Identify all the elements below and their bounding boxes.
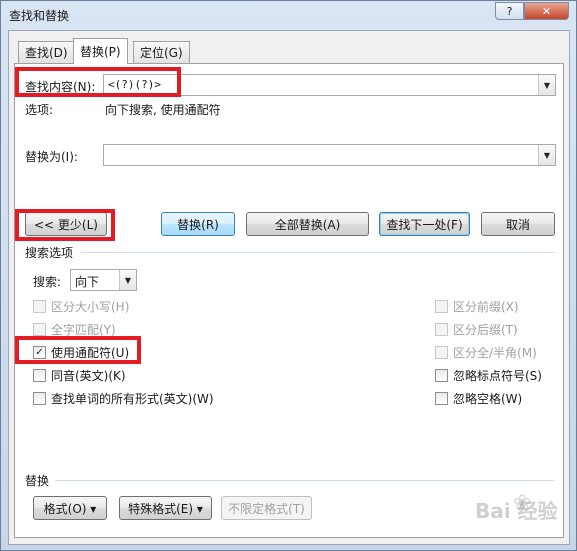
help-button[interactable]: ?: [495, 2, 524, 20]
search-options-title: 搜索选项: [25, 246, 74, 260]
replace-all-button[interactable]: 全部替换(A): [246, 212, 369, 236]
use-wildcards-option[interactable]: ✓ 使用通配符(U): [33, 344, 129, 361]
ignore-whitespace-label: 忽略空格(W): [453, 392, 523, 406]
match-case-checkbox[interactable]: [33, 300, 46, 313]
replace-button[interactable]: 替换(R): [161, 212, 235, 236]
format-button[interactable]: 格式(O) ▾: [33, 496, 107, 520]
title-bar[interactable]: 查找和替换 ? ✕: [1, 1, 576, 29]
whole-word-checkbox[interactable]: [33, 323, 46, 336]
all-word-forms-label: 查找单词的所有形式(英文)(W): [51, 392, 214, 406]
find-replace-dialog: 查找和替换 ? ✕ 查找(D) 替换(P) 定位(G) 查找内容(N): <(?…: [0, 0, 577, 551]
match-prefix-checkbox[interactable]: [435, 300, 448, 313]
all-word-forms-option[interactable]: 查找单词的所有形式(英文)(W): [33, 390, 214, 407]
cancel-button[interactable]: 取消: [481, 212, 555, 236]
ignore-punctuation-label: 忽略标点符号(S): [453, 369, 542, 383]
find-what-value: <(?)(?)>: [108, 78, 161, 91]
close-button[interactable]: ✕: [524, 2, 569, 20]
options-value: 向下搜索, 使用通配符: [105, 103, 221, 117]
replace-tab-panel: 查找内容(N): <(?)(?)> ▼ 选项: 向下搜索, 使用通配符 替换为(…: [14, 63, 564, 538]
ignore-punctuation-option[interactable]: 忽略标点符号(S): [435, 367, 542, 384]
special-button[interactable]: 特殊格式(E) ▾: [119, 496, 212, 520]
find-what-input[interactable]: <(?)(?)> ▼: [103, 74, 556, 96]
match-width-checkbox[interactable]: [435, 346, 448, 359]
find-what-label: 查找内容(N):: [25, 80, 96, 94]
search-options-divider: [81, 252, 555, 253]
replace-with-input[interactable]: ▼: [103, 144, 556, 166]
replace-with-label: 替换为(I):: [25, 150, 78, 164]
tab-find[interactable]: 查找(D): [18, 41, 75, 63]
use-wildcards-label: 使用通配符(U): [51, 346, 130, 360]
paw-icon: ❀: [513, 491, 532, 516]
match-suffix-label: 区分后缀(T): [453, 323, 518, 337]
match-suffix-checkbox[interactable]: [435, 323, 448, 336]
search-direction-arrow-icon[interactable]: ▼: [119, 270, 136, 290]
replace-section-divider: [55, 480, 555, 481]
search-direction-select[interactable]: 向下 ▼: [70, 269, 137, 291]
match-case-label: 区分大小写(H): [51, 300, 130, 314]
match-case-option[interactable]: 区分大小写(H): [33, 298, 129, 315]
sounds-like-checkbox[interactable]: [33, 369, 46, 382]
match-prefix-option[interactable]: 区分前缀(X): [435, 298, 519, 315]
tab-goto[interactable]: 定位(G): [133, 41, 190, 63]
whole-word-label: 全字匹配(Y): [51, 323, 116, 337]
replace-section-title: 替换: [25, 474, 50, 488]
tab-replace[interactable]: 替换(P): [73, 38, 128, 64]
sounds-like-option[interactable]: 同音(英文)(K): [33, 367, 126, 384]
match-suffix-option[interactable]: 区分后缀(T): [435, 321, 518, 338]
match-width-option[interactable]: 区分全/半角(M): [435, 344, 537, 361]
find-dropdown-arrow-icon[interactable]: ▼: [538, 75, 555, 95]
window-title: 查找和替换: [9, 9, 70, 23]
less-button[interactable]: << 更少(L): [25, 212, 107, 236]
ignore-whitespace-checkbox[interactable]: [435, 392, 448, 405]
all-word-forms-checkbox[interactable]: [33, 392, 46, 405]
use-wildcards-checkbox[interactable]: ✓: [33, 346, 46, 359]
dialog-client: 查找(D) 替换(P) 定位(G) 查找内容(N): <(?)(?)> ▼ 选项…: [8, 30, 570, 545]
no-formatting-button[interactable]: 不限定格式(T): [221, 496, 312, 520]
search-direction-value: 向下: [75, 275, 100, 289]
replace-dropdown-arrow-icon[interactable]: ▼: [538, 145, 555, 165]
match-width-label: 区分全/半角(M): [453, 346, 537, 360]
search-direction-label: 搜索:: [33, 275, 62, 289]
sounds-like-label: 同音(英文)(K): [51, 369, 126, 383]
ignore-punctuation-checkbox[interactable]: [435, 369, 448, 382]
ignore-whitespace-option[interactable]: 忽略空格(W): [435, 390, 522, 407]
match-prefix-label: 区分前缀(X): [453, 300, 519, 314]
options-label: 选项:: [25, 103, 54, 117]
whole-word-option[interactable]: 全字匹配(Y): [33, 321, 116, 338]
find-next-button[interactable]: 查找下一处(F): [379, 212, 470, 236]
